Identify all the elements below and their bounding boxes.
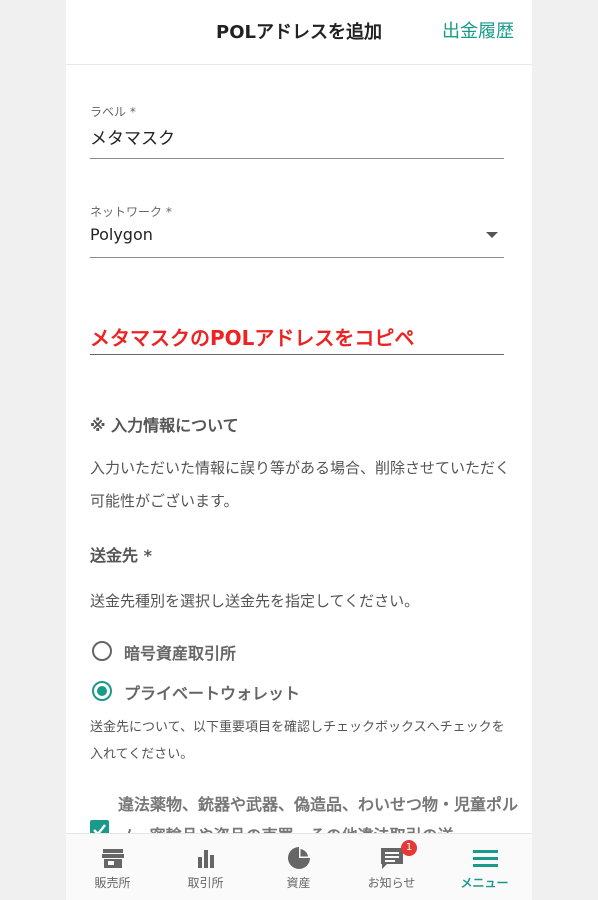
address-input-underline[interactable] bbox=[90, 354, 504, 355]
header: POLアドレスを追加 出金履歴 bbox=[66, 0, 532, 65]
nav-assets[interactable]: 資産 bbox=[252, 834, 345, 900]
label-field-label: ラベル * bbox=[90, 105, 136, 119]
app-window: POLアドレスを追加 出金履歴 ラベル * メタマスク ネットワーク * Pol… bbox=[66, 0, 532, 900]
notification-badge: 1 bbox=[401, 840, 417, 856]
dropdown-arrow-icon bbox=[486, 232, 498, 238]
nav-store-label: 販売所 bbox=[94, 876, 131, 890]
pie-chart-icon bbox=[288, 846, 311, 869]
network-field-label: ネットワーク * bbox=[90, 205, 172, 219]
menu-icon bbox=[473, 850, 498, 867]
info-text: 入力いただいた情報に誤り等がある場合、削除させていただく可能性がございます。 bbox=[90, 459, 511, 510]
radio-checked-icon bbox=[92, 681, 112, 701]
nav-menu[interactable]: メニュー bbox=[438, 834, 531, 900]
info-title: ※ 入力情報について bbox=[90, 416, 239, 435]
destination-text: 送金先種別を選択し送金先を指定してください。 bbox=[90, 592, 420, 610]
bar-chart-icon bbox=[198, 850, 214, 868]
nav-store[interactable]: 販売所 bbox=[66, 834, 159, 900]
address-annotation: メタマスクのPOLアドレスをコピペ bbox=[90, 326, 415, 350]
network-field-value: Polygon bbox=[90, 225, 153, 244]
nav-notifications-label: お知らせ bbox=[367, 876, 416, 890]
radio-unchecked-icon bbox=[92, 641, 112, 661]
network-select[interactable]: ネットワーク * Polygon bbox=[90, 198, 504, 258]
nav-menu-label: メニュー bbox=[460, 876, 509, 890]
destination-instruction: 送金先について、以下重要項目を確認しチェックボックスへチェックを入れてください。 bbox=[90, 720, 505, 762]
label-field-value: メタマスク bbox=[90, 129, 175, 149]
bottom-nav: 販売所 取引所 資産 1 お知らせ メニュー bbox=[66, 833, 532, 900]
store-icon bbox=[102, 849, 124, 868]
radio-private-wallet-label: プライベートウォレット bbox=[124, 684, 301, 703]
nav-exchange[interactable]: 取引所 bbox=[159, 834, 252, 900]
nav-notifications[interactable]: 1 お知らせ bbox=[345, 834, 438, 900]
label-field[interactable]: ラベル * メタマスク bbox=[90, 98, 504, 159]
withdrawal-history-link[interactable]: 出金履歴 bbox=[442, 17, 514, 43]
nav-assets-label: 資産 bbox=[286, 876, 311, 890]
radio-exchange-label: 暗号資産取引所 bbox=[124, 644, 237, 663]
nav-exchange-label: 取引所 bbox=[187, 876, 224, 890]
destination-title: 送金先 * bbox=[90, 546, 152, 565]
